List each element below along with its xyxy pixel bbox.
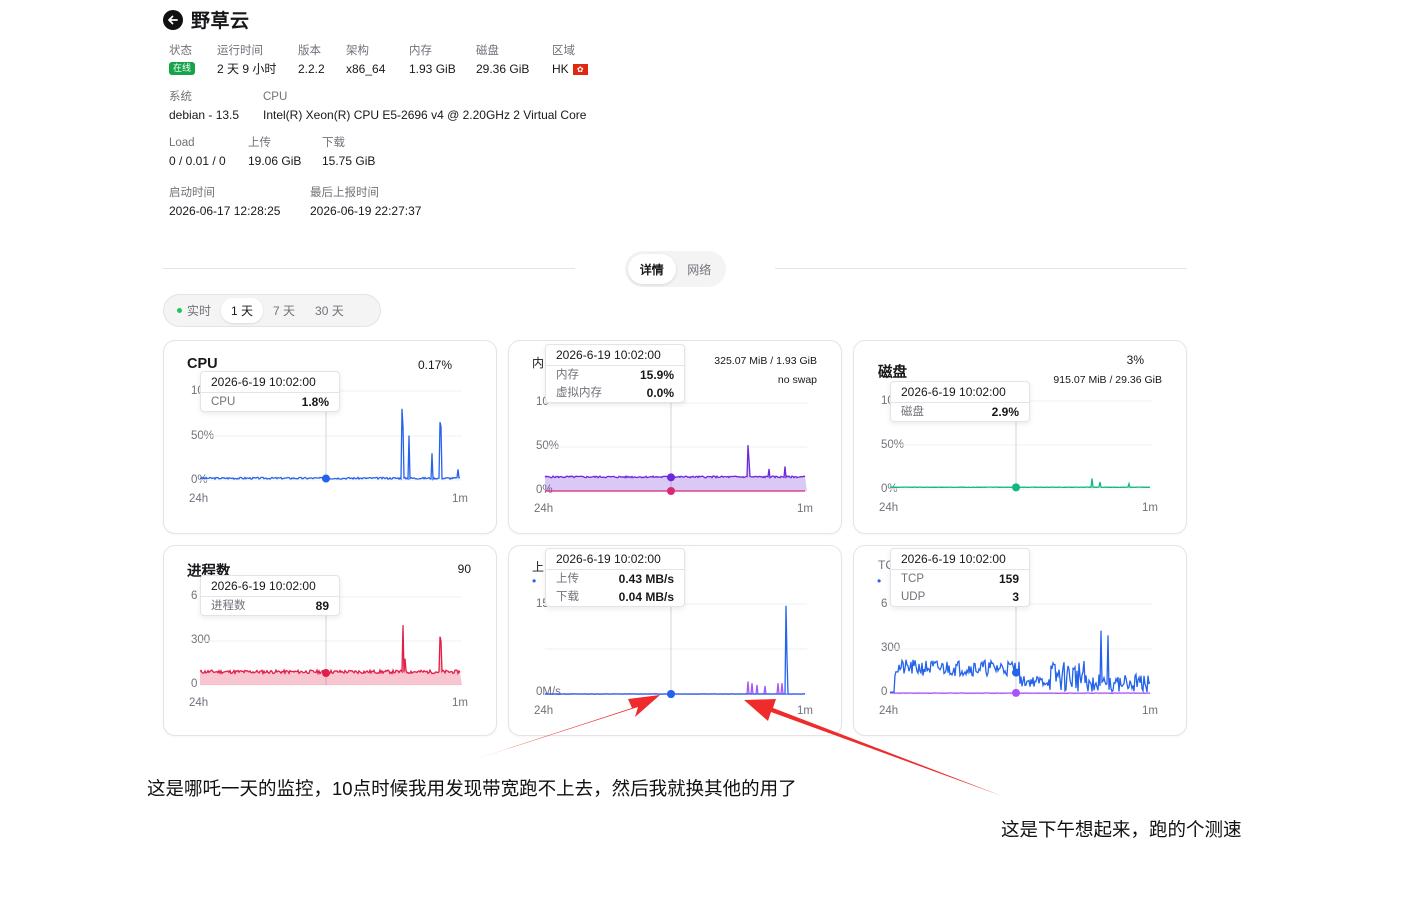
info-memory: 内存 1.93 GiB (409, 45, 456, 76)
info-uptime: 运行时间 2 天 9 小时 (217, 45, 277, 76)
status-badge: 在线 (169, 62, 196, 75)
legend-dot-icon: • (532, 574, 537, 588)
series-area (545, 445, 807, 491)
info-upload: 上传 19.06 GiB (248, 137, 302, 168)
time-range-selector: 实时 1 天 7 天 30 天 (163, 294, 381, 327)
range-7-days[interactable]: 7 天 (263, 298, 305, 323)
hover-point (667, 473, 675, 482)
series-line (889, 478, 1151, 489)
process-card: 进程数 90 6 300 0 24h 1m 2026-6-19 10:02:00… (163, 545, 497, 736)
info-disk: 磁盘 29.36 GiB (476, 45, 530, 76)
server-name: 野草云 (191, 11, 250, 32)
hover-point (1012, 483, 1020, 492)
series-line (199, 625, 461, 676)
view-tabs: 详情 网络 (625, 251, 726, 287)
back-arrow-icon[interactable] (163, 9, 183, 30)
tab-network[interactable]: 网络 (676, 254, 724, 284)
chart-tooltip: 2026-6-19 10:02:00 CPU 1.8% (200, 371, 340, 412)
series-line (544, 681, 805, 695)
chart-tooltip: 2026-6-19 10:02:00 进程数 89 (200, 575, 340, 616)
info-region: 区域 HK ✿ (552, 44, 588, 77)
series-line (890, 630, 1151, 694)
chart-tooltip: 2026-6-19 10:02:00 TCP 159 UDP 3 (890, 548, 1030, 607)
card-title: CPU (187, 356, 218, 372)
page-header: 野草云 (163, 6, 250, 33)
range-30-days[interactable]: 30 天 (305, 298, 354, 323)
chart-tooltip: 2026-6-19 10:02:00 磁盘 2.9% (890, 381, 1030, 422)
hk-flag-icon: ✿ (572, 64, 588, 75)
info-load: Load 0 / 0.01 / 0 (169, 137, 226, 168)
range-1-day[interactable]: 1 天 (221, 298, 264, 323)
hover-point (667, 690, 675, 698)
info-last-report: 最后上报时间 2026-06-19 22:27:37 (310, 187, 422, 218)
card-value: 3% (1126, 353, 1144, 367)
divider-left (163, 268, 575, 269)
info-download: 下载 15.75 GiB (322, 137, 376, 168)
series-line (545, 605, 805, 695)
info-row-system: 系统 debian - 13.5 CPU Intel(R) Xeon(R) CP… (169, 90, 606, 123)
info-row-time: 启动时间 2026-06-17 12:28:25 最后上报时间 2026-06-… (169, 186, 441, 219)
divider-right (775, 268, 1187, 269)
hover-point (667, 487, 675, 495)
info-cpu: CPU Intel(R) Xeon(R) CPU E5-2696 v4 @ 2.… (263, 91, 587, 122)
hover-point (322, 669, 330, 678)
info-version: 版本 2.2.2 (298, 45, 325, 76)
network-card: 上 • 15 0M/s 24h 1m 2026-6-19 10:02:00 上传… (508, 545, 842, 736)
info-row-traffic: Load 0 / 0.01 / 0 上传 19.06 GiB 下载 15.75 … (169, 136, 395, 169)
tab-details[interactable]: 详情 (628, 254, 676, 284)
disk-card: 磁盘 3% 915.07 MiB / 29.36 GiB 10 50% 0% 2… (853, 340, 1187, 534)
series-line (544, 445, 806, 479)
hover-point (322, 474, 330, 483)
card-title: 内 (532, 356, 545, 370)
info-status: 状态 在线 (169, 44, 197, 77)
memory-card: 内 325.07 MiB / 1.93 GiB no swap 10 50% 0… (508, 340, 842, 534)
card-value: 90 (457, 562, 471, 576)
card-title: 上 (532, 560, 545, 574)
annotation-left: 这是哪吒一天的监控，10点时候我用发现带宽跑不上去，然后我就换其他的用了 (147, 778, 797, 799)
live-dot-icon (177, 308, 182, 313)
series-area (200, 625, 462, 685)
info-row-basic: 状态 在线 运行时间 2 天 9 小时 版本 2.2.2 架构 x86_64 内… (169, 44, 608, 77)
chart-tooltip: 2026-6-19 10:02:00 上传 0.43 MB/s 下载 0.04 MB… (545, 548, 685, 607)
hover-point (1012, 688, 1020, 697)
annotation-right: 这是下午想起来，跑的个测速 (1001, 819, 1242, 840)
info-boot-time: 启动时间 2026-06-17 12:28:25 (169, 187, 281, 218)
info-system: 系统 debian - 13.5 (169, 91, 240, 122)
cpu-card: CPU 0.17% 10 50% 0% 24h 1m 2026-6-19 10:… (163, 340, 497, 534)
connections-card: TC • 6 300 0 24h 1m 2026-6-19 10:02:00 T… (853, 545, 1187, 736)
series-line (199, 408, 461, 481)
legend-dot-icon: • (877, 574, 882, 588)
hover-point (1012, 668, 1020, 677)
range-realtime[interactable]: 实时 (167, 298, 221, 323)
chart-tooltip: 2026-6-19 10:02:00 内存 15.9% 虚拟内存 0.0% (545, 344, 685, 403)
info-arch: 架构 x86_64 (346, 45, 386, 76)
card-value: 0.17% (417, 358, 452, 372)
